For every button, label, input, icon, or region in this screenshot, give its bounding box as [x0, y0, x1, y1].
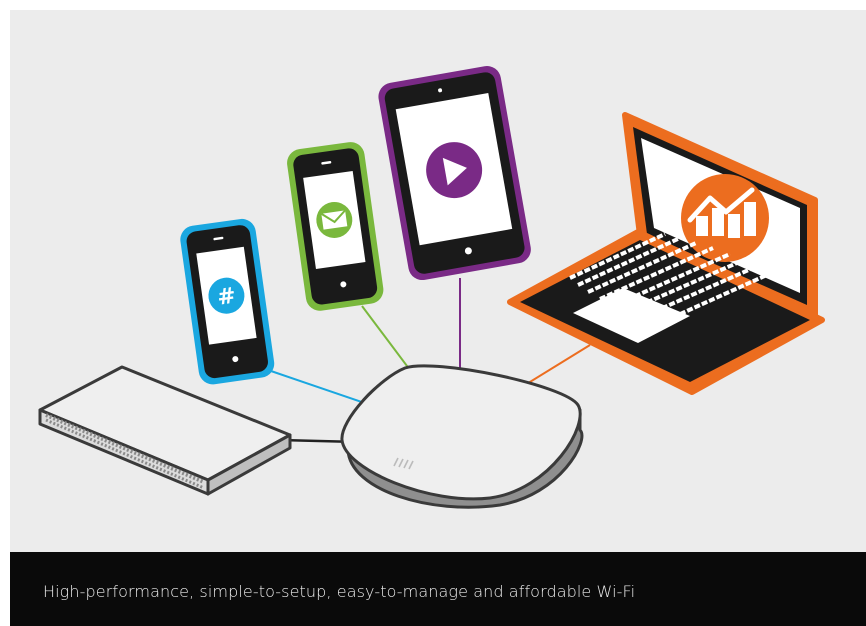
smartphone-blue: # — [180, 218, 275, 385]
network-illustration: # — [10, 10, 866, 552]
caption-text: High-performance, simple-to-setup, easy-… — [43, 582, 636, 601]
network-diagram-svg: # — [38, 66, 825, 509]
smartphone-green — [287, 142, 384, 311]
caption-bar: High-performance, simple-to-setup, easy-… — [10, 552, 866, 626]
orange-connection-line — [524, 344, 591, 386]
wireless-access-point-icon — [340, 364, 584, 509]
svg-text:#: # — [216, 284, 238, 311]
tablet-purple — [378, 66, 531, 281]
network-switch-icon — [38, 365, 292, 496]
chart-icon — [681, 174, 769, 262]
laptop-orange — [507, 112, 825, 395]
